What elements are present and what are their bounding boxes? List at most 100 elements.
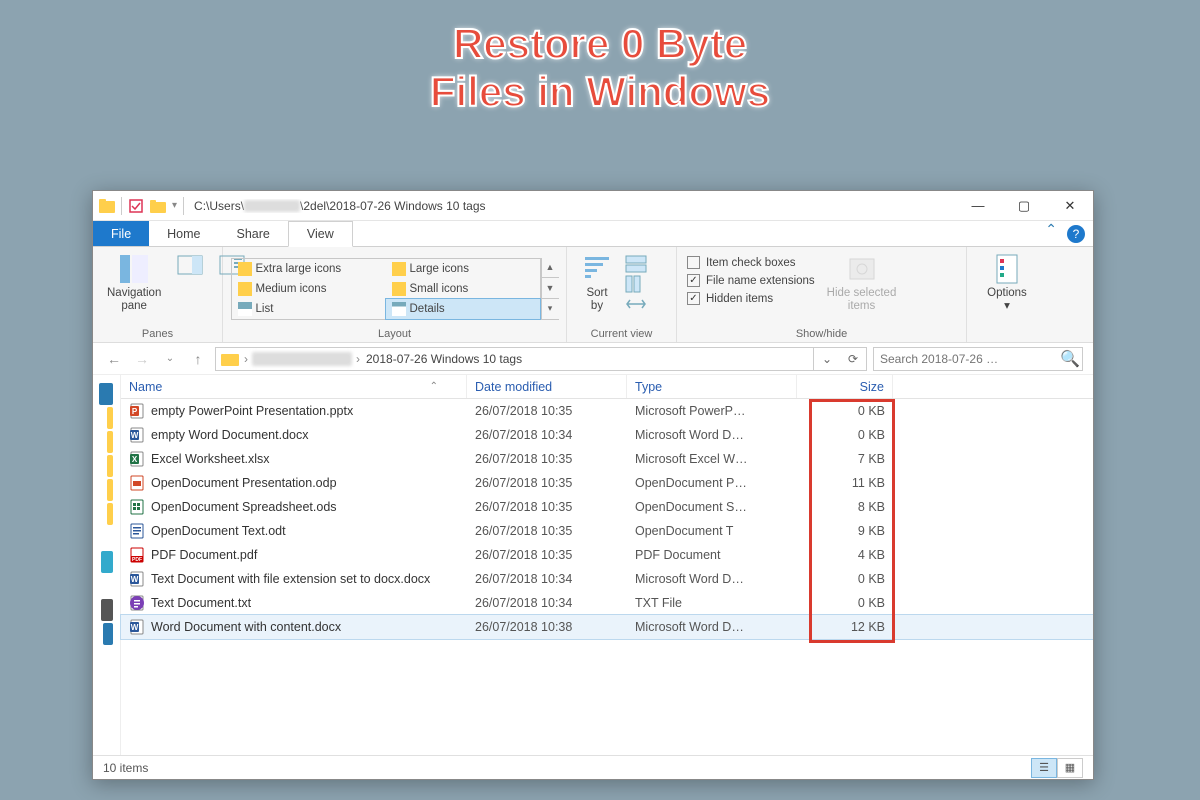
file-row[interactable]: Text Document.txt26/07/2018 10:34TXT Fil…	[121, 591, 1093, 615]
column-type[interactable]: Type	[627, 375, 797, 398]
file-type: TXT File	[627, 596, 797, 610]
qat-properties-icon[interactable]	[128, 198, 144, 214]
close-button[interactable]: ✕	[1047, 191, 1093, 221]
back-button[interactable]: ←	[103, 348, 125, 370]
file-type: Microsoft Excel W…	[627, 452, 797, 466]
file-row[interactable]: OpenDocument Spreadsheet.ods 26/07/2018 1…	[121, 495, 1093, 519]
preview-pane-button[interactable]	[173, 251, 207, 277]
help-button[interactable]: ?	[1067, 225, 1085, 243]
file-row[interactable]: Pempty PowerPoint Presentation.pptx26/07…	[121, 399, 1093, 423]
layout-scroll-down[interactable]: ▼	[542, 278, 559, 299]
up-button[interactable]: ↑	[187, 348, 209, 370]
layout-small-icons[interactable]: Small icons	[386, 279, 540, 299]
file-type: Microsoft Word D…	[627, 620, 797, 634]
layout-extra-large-icons[interactable]: Extra large icons	[232, 259, 386, 279]
forward-button[interactable]: →	[131, 348, 153, 370]
file-name: PDF Document.pdf	[151, 548, 257, 562]
file-type: OpenDocument T	[627, 524, 797, 538]
file-size: 12 KB	[797, 620, 893, 634]
ppt-file-icon: P	[129, 403, 145, 419]
file-type: Microsoft Word D…	[627, 572, 797, 586]
minimize-button[interactable]: —	[955, 191, 1001, 221]
file-row[interactable]: WText Document with file extension set t…	[121, 567, 1093, 591]
titlebar: ▾ C:\Users\\2del\2018-07-26 Windows 10 t…	[93, 191, 1093, 221]
file-name: Excel Worksheet.xlsx	[151, 452, 270, 466]
file-row[interactable]: WWord Document with content.docx26/07/20…	[121, 615, 1093, 639]
breadcrumb-current[interactable]: 2018-07-26 Windows 10 tags	[360, 352, 528, 366]
file-name: Text Document.txt	[151, 596, 251, 610]
ribbon-group-currentview-label: Current view	[577, 326, 666, 340]
navigation-pane-button[interactable]: Navigation pane	[103, 251, 165, 314]
layout-scroll-up[interactable]: ▲	[542, 258, 559, 279]
file-date: 26/07/2018 10:35	[467, 500, 627, 514]
svg-text:W: W	[131, 431, 139, 440]
tab-share[interactable]: Share	[219, 221, 288, 246]
file-size: 9 KB	[797, 524, 893, 538]
file-name: empty Word Document.docx	[151, 428, 308, 442]
svg-text:P: P	[132, 407, 138, 416]
nav-pane[interactable]	[93, 375, 121, 755]
tab-file[interactable]: File	[93, 221, 149, 246]
recent-locations-button[interactable]: ⌄	[159, 348, 181, 370]
column-date[interactable]: Date modified	[467, 375, 627, 398]
pdf-file-icon: PDF	[129, 547, 145, 563]
search-box[interactable]: 🔍	[873, 347, 1083, 371]
tab-home[interactable]: Home	[149, 221, 218, 246]
tab-view[interactable]: View	[288, 221, 353, 247]
column-name[interactable]: Name⌃	[121, 375, 467, 398]
word-file-icon: W	[129, 619, 145, 635]
layout-large-icons[interactable]: Large icons	[386, 259, 540, 279]
breadcrumb-history-button[interactable]: ⌄	[814, 348, 840, 370]
layout-more[interactable]: ▾	[542, 299, 559, 320]
file-name: Text Document with file extension set to…	[151, 572, 430, 586]
item-count: 10 items	[103, 761, 148, 775]
sort-by-button[interactable]: Sort by	[577, 251, 617, 314]
file-name: OpenDocument Spreadsheet.ods	[151, 500, 337, 514]
file-size: 8 KB	[797, 500, 893, 514]
ribbon-tabs: File Home Share View ⌃ ?	[93, 221, 1093, 247]
layout-details[interactable]: Details	[385, 298, 541, 320]
odp-file-icon	[129, 475, 145, 491]
file-size: 0 KB	[797, 428, 893, 442]
tutorial-banner: Restore 0 Byte Files in Windows	[0, 0, 1200, 127]
file-date: 26/07/2018 10:34	[467, 572, 627, 586]
hidden-items-toggle[interactable]: ✓Hidden items	[687, 291, 815, 306]
file-row[interactable]: OpenDocument Presentation.odp26/07/2018 …	[121, 471, 1093, 495]
qat-newfolder-icon[interactable]	[150, 198, 166, 214]
item-checkboxes-toggle[interactable]: Item check boxes	[687, 255, 815, 270]
breadcrumb[interactable]: › › 2018-07-26 Windows 10 tags ⌄ ⟳	[215, 347, 867, 371]
options-button[interactable]: Options▾	[983, 251, 1031, 314]
layout-medium-icons[interactable]: Medium icons	[232, 279, 386, 299]
file-row[interactable]: PDFPDF Document.pdf26/07/2018 10:35PDF D…	[121, 543, 1093, 567]
ribbon-group-showhide-label: Show/hide	[687, 326, 956, 340]
ribbon-collapse-button[interactable]: ⌃	[1037, 221, 1065, 246]
ribbon: Navigation pane Panes Extra large icons …	[93, 247, 1093, 343]
window-title: C:\Users\\2del\2018-07-26 Windows 10 tag…	[190, 199, 955, 213]
layout-list[interactable]: List	[232, 299, 386, 319]
search-input[interactable]	[874, 352, 1058, 366]
size-columns-button[interactable]	[625, 295, 647, 313]
view-details-toggle[interactable]: ☰	[1031, 758, 1057, 778]
file-row[interactable]: Wempty Word Document.docx26/07/2018 10:3…	[121, 423, 1093, 447]
file-date: 26/07/2018 10:35	[467, 548, 627, 562]
file-type: Microsoft Word D…	[627, 428, 797, 442]
maximize-button[interactable]: ▢	[1001, 191, 1047, 221]
file-date: 26/07/2018 10:35	[467, 524, 627, 538]
file-size: 11 KB	[797, 476, 893, 490]
file-name: Word Document with content.docx	[151, 620, 341, 634]
refresh-button[interactable]: ⟳	[840, 348, 866, 370]
column-size[interactable]: Size	[797, 375, 893, 398]
add-columns-button[interactable]	[625, 275, 647, 293]
status-bar: 10 items ☰ ▦	[93, 755, 1093, 779]
file-size: 0 KB	[797, 404, 893, 418]
file-row[interactable]: OpenDocument Text.odt26/07/2018 10:35Ope…	[121, 519, 1093, 543]
view-thumbnails-toggle[interactable]: ▦	[1057, 758, 1083, 778]
search-icon[interactable]: 🔍	[1058, 349, 1082, 369]
file-size: 4 KB	[797, 548, 893, 562]
layout-gallery[interactable]: Extra large icons Large icons Medium ico…	[231, 258, 541, 320]
file-row[interactable]: XExcel Worksheet.xlsx26/07/2018 10:35Mic…	[121, 447, 1093, 471]
file-extensions-toggle[interactable]: ✓File name extensions	[687, 273, 815, 288]
folder-icon	[220, 351, 240, 367]
group-by-button[interactable]	[625, 255, 647, 273]
file-name: OpenDocument Presentation.odp	[151, 476, 337, 490]
